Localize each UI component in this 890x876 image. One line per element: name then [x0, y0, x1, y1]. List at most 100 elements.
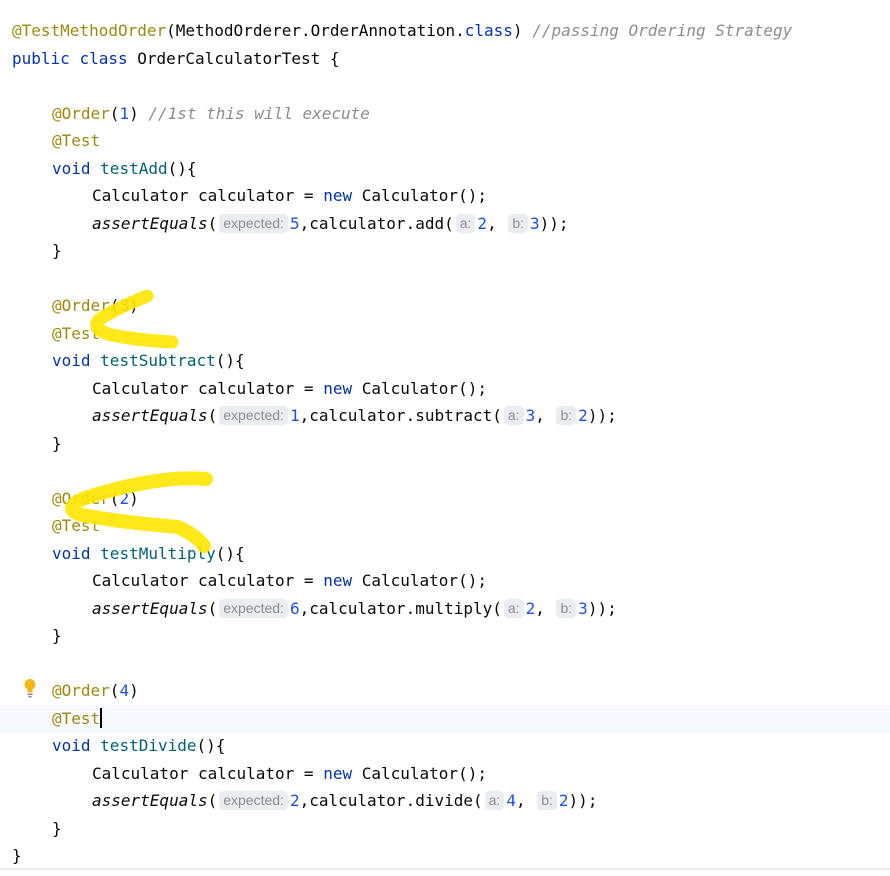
arg-value: 3: [530, 214, 540, 233]
assert-call: assertEquals: [92, 599, 208, 618]
keyword: void: [52, 544, 91, 563]
keyword: class: [464, 21, 513, 40]
test-annotation: @Test: [52, 131, 101, 150]
code-line: assertEquals(expected: 6,calculator.multi…: [92, 599, 617, 618]
class-close-brace: }: [12, 846, 22, 865]
code-text: Calculator();: [361, 764, 487, 783]
code-line: @Order(2): [52, 489, 139, 508]
method-call: calculator.add(: [309, 214, 454, 233]
keyword: new: [323, 186, 353, 205]
parameter-hint: expected:: [219, 599, 288, 618]
expected-value: 5: [289, 214, 300, 233]
code-line: Calculator calculator = new Calculator()…: [92, 567, 890, 595]
parameter-hint: expected:: [219, 791, 288, 810]
parameter-hint: a:: [503, 406, 524, 425]
close-brace: }: [52, 819, 62, 838]
arg-value: 2: [578, 406, 588, 425]
code-line: @Order(3): [52, 296, 139, 315]
code-line: @Test: [52, 320, 890, 348]
expected-value: 6: [289, 599, 300, 618]
code-line: @Order(1) //1st this will execute: [52, 104, 370, 123]
parameter-hint: expected:: [219, 406, 288, 425]
code-line: @TestMethodOrder(MethodOrderer.OrderAnno…: [12, 17, 890, 45]
parameter-hint: b:: [537, 791, 557, 810]
parameter-hint: b:: [556, 406, 577, 425]
method-name: testMultiply: [100, 544, 216, 563]
arg-value: 4: [506, 791, 516, 810]
method-call: calculator.subtract(: [309, 406, 502, 425]
expected-value: 1: [289, 406, 300, 425]
code-text: (MethodOrderer.OrderAnnotation.: [166, 21, 465, 40]
code-line: assertEquals(expected: 1,calculator.subtr…: [92, 406, 617, 425]
close-brace: }: [52, 434, 62, 453]
editor-bottom-border: [0, 868, 890, 870]
test-annotation: @Test: [52, 516, 101, 535]
keyword: void: [52, 351, 91, 370]
assert-call: assertEquals: [92, 791, 208, 810]
code-line: assertEquals(expected: 2,calculator.divid…: [92, 791, 598, 810]
code-text: ): [512, 21, 523, 40]
method-name: testDivide: [100, 736, 197, 755]
parameter-hint: expected:: [219, 214, 288, 233]
order-annotation: @Order: [52, 104, 110, 123]
code-line: Calculator calculator = new Calculator()…: [92, 182, 890, 210]
arg-value: 2: [525, 599, 536, 618]
code-text: Calculator calculator =: [92, 764, 324, 783]
annotation: @TestMethodOrder: [12, 21, 167, 40]
parameter-hint: b:: [556, 599, 577, 618]
expected-value: 2: [289, 791, 300, 810]
code-line: assertEquals(expected: 5,calculator.add(a…: [92, 214, 569, 233]
code-line: public class OrderCalculatorTest {: [12, 45, 890, 73]
arg-value: 3: [525, 406, 536, 425]
keyword: public: [12, 49, 70, 68]
text-caret: [100, 708, 103, 728]
code-line: @Order(4): [52, 681, 139, 700]
keyword: void: [52, 736, 91, 755]
method-call: calculator.multiply(: [309, 599, 502, 618]
comment: //1st this will execute: [148, 104, 370, 123]
order-annotation: @Order: [52, 489, 110, 508]
keyword: void: [52, 159, 91, 178]
code-text: Calculator calculator =: [92, 379, 324, 398]
code-text: Calculator();: [361, 379, 487, 398]
parameter-hint: a:: [455, 214, 476, 233]
method-name: testAdd: [100, 159, 168, 178]
order-value: 4: [119, 681, 130, 700]
order-value: 1: [119, 104, 130, 123]
code-line: }: [52, 430, 890, 458]
keyword: class: [79, 49, 128, 68]
close-brace: }: [52, 626, 62, 645]
code-line: void testSubtract(){: [52, 351, 245, 370]
code-line: }: [12, 842, 890, 870]
code-line: Calculator calculator = new Calculator()…: [92, 760, 890, 788]
comment: //passing Ordering Strategy: [532, 21, 793, 40]
method-call: calculator.divide(: [309, 791, 483, 810]
order-value: 2: [119, 489, 130, 508]
code-text: Calculator();: [361, 186, 487, 205]
close-brace: }: [52, 241, 62, 260]
assert-call: assertEquals: [92, 214, 208, 233]
current-line[interactable]: @Test: [0, 705, 890, 733]
arg-value: 2: [477, 214, 488, 233]
parameter-hint: a:: [484, 791, 505, 810]
arg-value: 3: [578, 599, 588, 618]
code-line: Calculator calculator = new Calculator()…: [92, 375, 890, 403]
parameter-hint: b:: [508, 214, 529, 233]
order-annotation: @Order: [52, 681, 110, 700]
class-declaration: OrderCalculatorTest {: [137, 49, 340, 68]
keyword: new: [323, 571, 353, 590]
code-line: void testAdd(){: [52, 159, 197, 178]
code-line: @Test: [52, 127, 890, 155]
keyword: new: [323, 379, 353, 398]
code-text: Calculator calculator =: [92, 186, 324, 205]
parameter-hint: a:: [503, 599, 524, 618]
method-name: testSubtract: [100, 351, 216, 370]
test-annotation: @Test: [52, 709, 101, 728]
code-text: Calculator();: [361, 571, 487, 590]
code-editor[interactable]: @TestMethodOrder(MethodOrderer.OrderAnno…: [0, 0, 890, 876]
code-line: }: [52, 622, 890, 650]
test-annotation: @Test: [52, 324, 101, 343]
arg-value: 2: [558, 791, 569, 810]
lightbulb-icon[interactable]: [23, 678, 37, 698]
assert-call: assertEquals: [92, 406, 208, 425]
